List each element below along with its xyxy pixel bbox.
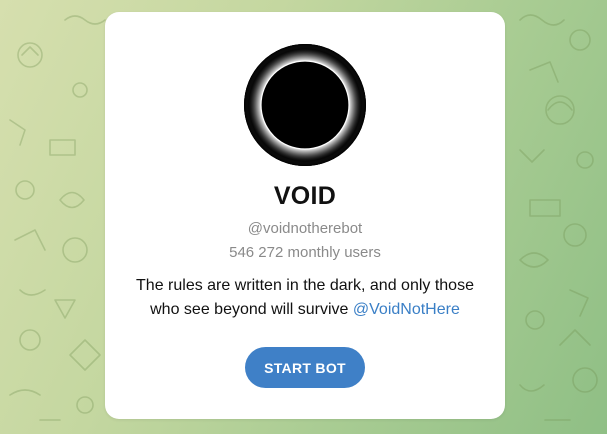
start-bot-button[interactable]: START BOT: [245, 347, 365, 388]
monthly-users-count: 546 272 monthly users: [229, 244, 381, 261]
black-circle-ring-icon: [244, 44, 366, 166]
mention-link[interactable]: @VoidNotHere: [353, 301, 460, 318]
bot-name: VOID: [273, 182, 337, 210]
bot-description: The rules are written in the dark, and o…: [125, 274, 485, 322]
bot-avatar: [244, 44, 366, 166]
bot-info-card: VOID @voidnotherebot 546 272 monthly use…: [105, 12, 505, 419]
bot-username: @voidnotherebot: [247, 220, 363, 237]
